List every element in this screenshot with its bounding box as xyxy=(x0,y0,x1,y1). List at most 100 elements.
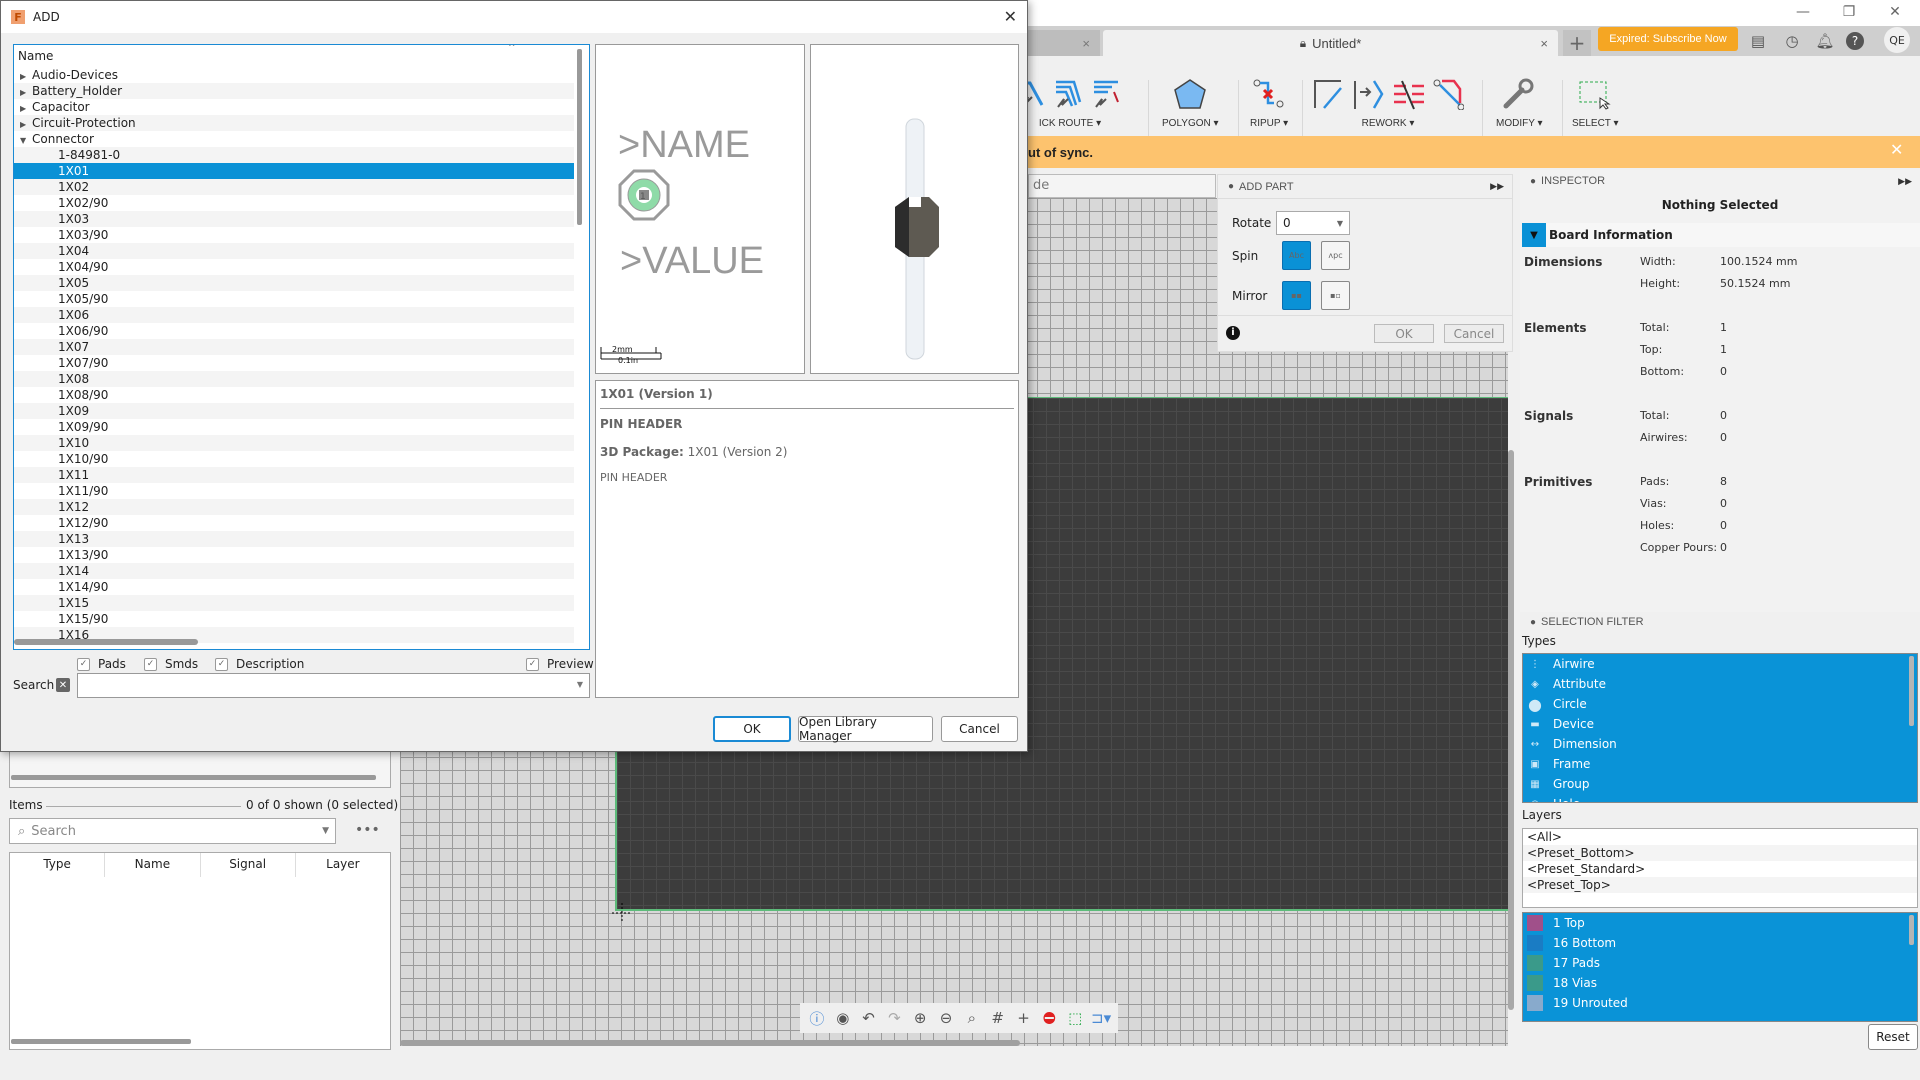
tree-item[interactable]: 1X09/90 xyxy=(14,419,574,435)
add-part-ok-button[interactable]: OK xyxy=(1374,324,1434,343)
move-route-icon[interactable] xyxy=(1352,78,1384,110)
tree-item[interactable]: 1X14 xyxy=(14,563,574,579)
upper-list-scrollbar[interactable] xyxy=(11,775,376,780)
name-column-header[interactable]: Name xyxy=(18,49,53,63)
tree-category-circuit-protection[interactable]: ▶ Circuit-Protection xyxy=(14,115,574,131)
tree-item[interactable]: 1X09 xyxy=(14,403,574,419)
reroute-icon[interactable] xyxy=(1432,78,1464,110)
ribbon-group-polygon[interactable]: POLYGON ▾ xyxy=(1162,74,1219,129)
polygon-icon[interactable] xyxy=(1173,78,1207,110)
tree-item[interactable]: 1X04/90 xyxy=(14,259,574,275)
eye-icon[interactable]: ◉ xyxy=(833,1009,853,1027)
comment-icon[interactable]: ▤ xyxy=(1747,30,1769,52)
zoom-fit-icon[interactable]: ⌕ xyxy=(962,1009,982,1027)
preset-item[interactable]: <Preset_Bottom> xyxy=(1523,845,1917,861)
ribbon-group-ripup[interactable]: RIPUP ▾ xyxy=(1250,74,1288,129)
banner-close-icon[interactable]: ✕ xyxy=(1890,140,1903,159)
subscribe-button[interactable]: Expired: Subscribe Now xyxy=(1598,27,1738,51)
tree-item[interactable]: 1X15/90 xyxy=(14,611,574,627)
ribbon-group-quick-route[interactable]: ICK ROUTE ▾ xyxy=(1018,74,1122,129)
type-item[interactable]: ▣ Frame xyxy=(1523,754,1917,774)
preset-item[interactable]: <Preset_Standard> xyxy=(1523,861,1917,877)
select-marquee-icon[interactable] xyxy=(1578,78,1612,110)
preset-item[interactable]: <All> xyxy=(1523,829,1917,845)
3d-preview-pane[interactable] xyxy=(810,44,1019,374)
column-name[interactable]: Name xyxy=(105,853,201,877)
tree-header[interactable]: Name ^ xyxy=(14,45,589,67)
tab-close-icon[interactable]: × xyxy=(1082,36,1090,51)
rework-label[interactable]: REWORK ▾ xyxy=(1362,118,1415,129)
collapse-icon[interactable]: ● xyxy=(1530,617,1536,628)
ripup-icon[interactable] xyxy=(1252,78,1286,110)
info-icon[interactable]: i xyxy=(1226,326,1240,340)
command-line-input[interactable]: de xyxy=(1028,174,1216,198)
mirror-off-button[interactable]: ▪▪ xyxy=(1282,281,1311,310)
ok-button[interactable]: OK xyxy=(713,716,791,742)
tree-item[interactable]: 1X06 xyxy=(14,307,574,323)
mirror-on-button[interactable]: ▪▫ xyxy=(1321,281,1350,310)
type-item[interactable]: ◈ Attribute xyxy=(1523,674,1917,694)
crosshair-icon[interactable]: + xyxy=(1014,1009,1034,1027)
layer-item[interactable]: 16 Bottom xyxy=(1523,933,1917,953)
undo-icon[interactable]: ↶ xyxy=(859,1009,879,1027)
quick-route-multiple-icon[interactable] xyxy=(1054,79,1084,109)
expanded-arrow-icon[interactable]: ▼ xyxy=(14,133,32,149)
modify-label[interactable]: MODIFY ▾ xyxy=(1496,118,1543,129)
tree-item[interactable]: 1X03/90 xyxy=(14,227,574,243)
tab-untitled[interactable]: 🔒︎ Untitled* × xyxy=(1103,30,1558,56)
types-scrollbar[interactable] xyxy=(1909,656,1914,726)
info-icon[interactable]: ⓘ xyxy=(807,1008,827,1029)
types-list[interactable]: ⋮ Airwire ◈ Attribute ● Circle ▬ Device ↔ Dim… xyxy=(1522,653,1918,803)
expand-panel-icon[interactable]: ▶▶ xyxy=(1490,181,1504,192)
expand-panel-icon[interactable]: ▶▶ xyxy=(1898,176,1912,187)
select-area-icon[interactable]: ⬚ xyxy=(1065,1009,1085,1027)
more-options-button[interactable]: ••• xyxy=(355,822,380,838)
quick-route-airwire-icon[interactable] xyxy=(1092,79,1122,109)
tree-item[interactable]: 1X05/90 xyxy=(14,291,574,307)
tree-item[interactable]: 1X01 xyxy=(14,163,574,179)
wrench-icon[interactable] xyxy=(1502,78,1536,110)
layer-item[interactable]: 1 Top xyxy=(1523,913,1917,933)
library-search-input[interactable]: ▼ xyxy=(77,673,590,698)
chevron-down-icon[interactable]: ▼ xyxy=(322,826,329,836)
tree-category-battery-holder[interactable]: ▶ Battery_Holder xyxy=(14,83,574,99)
layers-list[interactable]: 1 Top 16 Bottom 17 Pads 18 Vias 19 Unrou… xyxy=(1522,912,1918,1022)
user-avatar[interactable]: QE xyxy=(1884,27,1910,53)
smds-checkbox[interactable]: ✓ Smds xyxy=(144,657,198,671)
tree-category-capacitor[interactable]: ▶ Capacitor xyxy=(14,99,574,115)
column-signal[interactable]: Signal xyxy=(201,853,296,877)
tree-item[interactable]: 1X15 xyxy=(14,595,574,611)
zoom-out-icon[interactable]: ⊖ xyxy=(936,1009,956,1027)
items-search-input[interactable]: ⌕ Search ▼ xyxy=(9,818,336,844)
tree-category-connector[interactable]: ▼ Connector xyxy=(14,131,574,147)
tree-vertical-scrollbar[interactable] xyxy=(577,49,582,225)
tree-item[interactable]: 1X03 xyxy=(14,211,574,227)
select-label[interactable]: SELECT ▾ xyxy=(1572,118,1619,129)
tree-item[interactable]: 1-84981-0 xyxy=(14,147,574,163)
type-item[interactable]: ◉ Hole xyxy=(1523,794,1917,802)
canvas-horizontal-scrollbar[interactable] xyxy=(400,1040,1020,1046)
board-information-section[interactable]: ▼ Board Information xyxy=(1522,223,1920,247)
tree-item[interactable]: 1X11/90 xyxy=(14,483,574,499)
maximize-button[interactable]: ❐ xyxy=(1826,0,1872,24)
dialog-close-icon[interactable]: ✕ xyxy=(1004,7,1017,26)
add-part-cancel-button[interactable]: Cancel xyxy=(1444,324,1504,343)
quick-route-label[interactable]: ICK ROUTE ▾ xyxy=(1039,118,1101,129)
tree-item[interactable]: 1X08/90 xyxy=(14,387,574,403)
polygon-label[interactable]: POLYGON ▾ xyxy=(1162,118,1219,129)
stop-icon[interactable]: ⛔︎ xyxy=(1039,1009,1059,1027)
spin-flipped-button[interactable]: ʌpc xyxy=(1321,241,1350,270)
checkbox-check-icon[interactable]: ✓ xyxy=(144,657,157,671)
preview-checkbox[interactable]: ✓ Preview xyxy=(526,657,594,671)
tree-item[interactable]: 1X11 xyxy=(14,467,574,483)
history-clock-icon[interactable]: ◷ xyxy=(1781,30,1803,52)
type-item[interactable]: ⋮ Airwire xyxy=(1523,654,1917,674)
tree-item[interactable]: 1X13 xyxy=(14,531,574,547)
layers-scrollbar[interactable] xyxy=(1909,915,1914,945)
reset-button[interactable]: Reset xyxy=(1868,1024,1918,1050)
tree-item[interactable]: 1X04 xyxy=(14,243,574,259)
cancel-button[interactable]: Cancel xyxy=(941,716,1018,742)
tree-horizontal-scrollbar[interactable] xyxy=(14,639,198,645)
rotate-select[interactable]: 0 ▼ xyxy=(1276,211,1350,235)
grid-icon[interactable]: # xyxy=(988,1009,1008,1027)
